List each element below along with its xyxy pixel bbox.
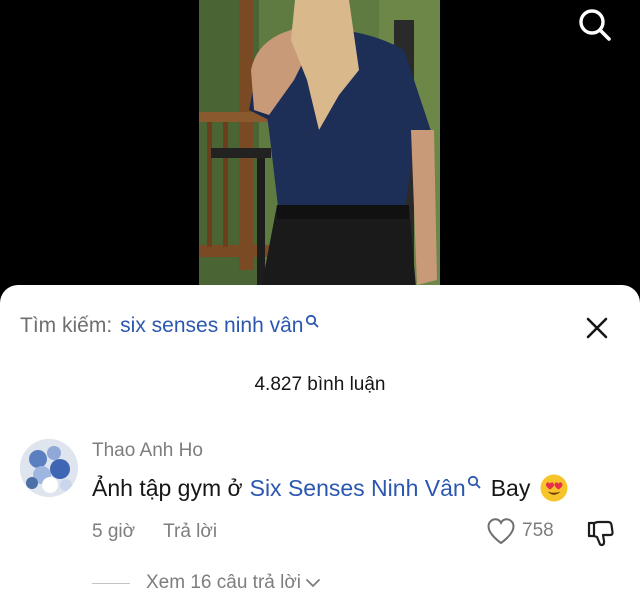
search-icon: [579, 9, 611, 41]
comment-text-before: Ảnh tập gym ở: [92, 474, 243, 501]
close-icon: [586, 317, 608, 339]
comment-username[interactable]: Thao Anh Ho: [92, 440, 203, 462]
comment-meta: 5 giờ Trả lời: [92, 521, 217, 543]
reply-button[interactable]: Trả lời: [163, 521, 217, 543]
avatar-image: [20, 439, 78, 497]
comments-sheet: Tìm kiếm: six senses ninh vân 4.827 bình…: [0, 285, 640, 599]
view-replies-button[interactable]: Xem 16 câu trả lời: [92, 572, 321, 594]
close-button[interactable]: [580, 311, 614, 345]
search-term-link[interactable]: six senses ninh vân: [120, 314, 303, 338]
heart-icon: [487, 518, 515, 545]
avatar[interactable]: [20, 439, 78, 497]
replies-divider: [92, 582, 130, 584]
comment-time: 5 giờ: [92, 521, 136, 542]
like-button[interactable]: 758: [486, 517, 554, 545]
related-search[interactable]: Tìm kiếm: six senses ninh vân: [20, 311, 319, 341]
comment-search-link[interactable]: Six Senses Ninh Vân: [250, 475, 466, 502]
view-replies-label: Xem 16 câu trả lời: [146, 572, 302, 593]
thumbs-down-icon: [587, 520, 614, 547]
like-count: 758: [522, 520, 554, 541]
dislike-button[interactable]: [584, 517, 616, 549]
comment-text-after: Bay: [490, 474, 531, 501]
video-thumbnail: [199, 0, 440, 300]
comment-count: 4.827 bình luận: [254, 374, 386, 395]
search-label: Tìm kiếm:: [20, 314, 113, 337]
comment-text: Ảnh tập gym ở Six Senses Ninh Vân Bay: [92, 473, 569, 503]
heart-eyes-emoji-icon: [540, 474, 568, 502]
video-area[interactable]: [0, 0, 640, 300]
search-button[interactable]: [574, 4, 616, 46]
search-icon: [306, 314, 319, 328]
video-frame[interactable]: [199, 0, 440, 300]
chevron-down-icon: [306, 579, 320, 587]
search-icon: [467, 475, 481, 489]
